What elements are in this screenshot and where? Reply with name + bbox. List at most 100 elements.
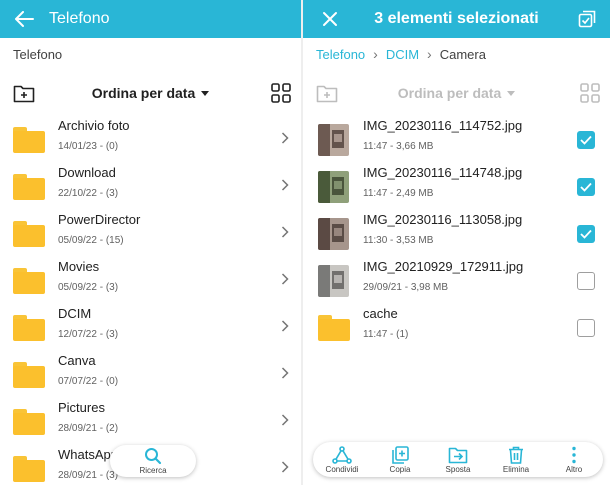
dropdown-arrow-icon xyxy=(201,90,210,96)
breadcrumb-telefono[interactable]: Telefono xyxy=(316,47,365,62)
file-name: IMG_20210929_172911.jpg xyxy=(363,259,524,274)
more-icon xyxy=(564,446,584,464)
folder-row[interactable]: DCIM 12/07/22 - (3) xyxy=(0,304,301,351)
folder-row[interactable]: PowerDirector 05/09/22 - (15) xyxy=(0,210,301,257)
chevron-right-icon xyxy=(281,226,289,238)
breadcrumb-separator-icon: › xyxy=(373,46,378,62)
folder-name: Archivio foto xyxy=(58,118,130,133)
grid-view-icon xyxy=(580,83,600,103)
folder-icon xyxy=(13,173,45,200)
search-icon xyxy=(145,448,162,465)
checkbox-checked[interactable] xyxy=(577,224,595,243)
checkbox-unchecked[interactable] xyxy=(577,318,595,337)
file-name: IMG_20230116_114748.jpg xyxy=(363,165,523,180)
folder-list: Archivio foto 14/01/23 - (0) Download 22/10… xyxy=(0,116,301,485)
folder-meta: 12/07/22 - (3) xyxy=(58,329,119,340)
folder-meta: 28/09/21 - (3) xyxy=(58,470,119,481)
folder-row[interactable]: Pictures 28/09/21 - (2) xyxy=(0,398,301,445)
right-sort-bar: Ordina per data xyxy=(303,70,610,116)
folder-name: Movies xyxy=(58,259,100,274)
file-meta: 11:30 - 3,53 MB xyxy=(363,235,434,246)
sposta-button[interactable]: Sposta xyxy=(431,446,485,474)
copy-icon xyxy=(390,445,410,464)
sort-dropdown[interactable]: Ordina per data xyxy=(91,85,210,101)
left-sort-bar: Ordina per data xyxy=(0,70,301,116)
checkmark-icon xyxy=(580,182,592,192)
folder-icon xyxy=(13,408,45,435)
folder-icon xyxy=(13,361,45,388)
left-app-bar: Telefono xyxy=(0,0,301,38)
image-thumbnail xyxy=(318,123,349,156)
folder-name: Canva xyxy=(58,353,96,368)
file-row[interactable]: IMG_20230116_113058.jpg 11:30 - 3,53 MB xyxy=(303,210,610,257)
chevron-right-icon xyxy=(281,367,289,379)
move-icon xyxy=(448,446,468,464)
selection-title: 3 elementi selezionati xyxy=(374,10,539,27)
folder-name: Download xyxy=(58,165,116,180)
checkbox-checked[interactable] xyxy=(577,177,595,196)
folder-row[interactable]: Archivio foto 14/01/23 - (0) xyxy=(0,116,301,163)
breadcrumb-dcim[interactable]: DCIM xyxy=(386,47,419,62)
file-row[interactable]: IMG_20230116_114752.jpg 11:47 - 3,66 MB xyxy=(303,116,610,163)
chevron-right-icon xyxy=(281,414,289,426)
new-folder-icon[interactable] xyxy=(13,83,35,103)
action-label: Condividi xyxy=(325,464,359,474)
left-title: Telefono xyxy=(49,10,110,27)
image-thumbnail xyxy=(318,170,349,203)
sort-dropdown: Ordina per data xyxy=(398,85,516,101)
checkmark-icon xyxy=(580,135,592,145)
file-name: IMG_20230116_114752.jpg xyxy=(363,118,523,133)
grid-view-icon[interactable] xyxy=(271,83,291,103)
arrow-left-icon[interactable] xyxy=(5,0,43,38)
checkbox-unchecked[interactable] xyxy=(577,271,595,290)
close-icon[interactable] xyxy=(311,0,349,38)
folder-row[interactable]: Download 22/10/22 - (3) xyxy=(0,163,301,210)
select-all-icon[interactable] xyxy=(570,0,604,38)
folder-icon xyxy=(13,126,45,153)
file-meta: 29/09/21 - 3,98 MB xyxy=(363,282,449,293)
folder-meta: 07/07/22 - (0) xyxy=(58,376,119,387)
left-pane: Telefono Telefono Ordina per data Archiv… xyxy=(0,0,301,485)
file-meta: 11:47 - 2,49 MB xyxy=(363,188,434,199)
search-button[interactable]: Ricerca xyxy=(110,445,196,477)
chevron-right-icon xyxy=(281,320,289,332)
search-label: Ricerca xyxy=(139,466,167,475)
folder-icon xyxy=(13,220,45,247)
left-path-label: Telefono xyxy=(13,46,63,62)
folder-row[interactable]: Canva 07/07/22 - (0) xyxy=(0,351,301,398)
condividi-button[interactable]: Condividi xyxy=(315,445,369,474)
folder-row[interactable]: Movies 05/09/22 - (3) xyxy=(0,257,301,304)
share-icon xyxy=(332,445,352,464)
file-row[interactable]: IMG_20210929_172911.jpg 29/09/21 - 3,98 M… xyxy=(303,257,610,304)
chevron-right-icon xyxy=(281,273,289,285)
folder-name: PowerDirector xyxy=(58,212,141,227)
copia-button[interactable]: Copia xyxy=(373,445,427,474)
file-name: cache xyxy=(363,306,398,321)
file-row[interactable]: IMG_20230116_114748.jpg 11:47 - 2,49 MB xyxy=(303,163,610,210)
file-list: IMG_20230116_114752.jpg 11:47 - 3,66 MB IM… xyxy=(303,116,610,351)
checkbox-checked[interactable] xyxy=(577,130,595,149)
right-app-bar: 3 elementi selezionati xyxy=(303,0,610,38)
breadcrumb-camera: Camera xyxy=(439,46,486,62)
sort-label: Ordina per data xyxy=(91,85,196,101)
file-meta: 11:47 - (1) xyxy=(363,329,409,340)
elimina-button[interactable]: Elimina xyxy=(489,446,543,474)
altro-button[interactable]: Altro xyxy=(547,446,601,474)
image-thumbnail xyxy=(318,264,349,297)
chevron-right-icon xyxy=(281,179,289,191)
folder-meta: 05/09/22 - (3) xyxy=(58,282,119,293)
folder-name: Pictures xyxy=(58,400,105,415)
image-thumbnail xyxy=(318,217,349,250)
folder-icon xyxy=(13,267,45,294)
right-pane: 3 elementi selezionati Telefono › DCIM ›… xyxy=(303,0,610,485)
checkmark-icon xyxy=(580,229,592,239)
folder-name: DCIM xyxy=(58,306,92,321)
chevron-right-icon xyxy=(281,461,289,473)
selection-action-bar: Condividi Copia Sposta Elimina Altro xyxy=(313,442,603,477)
delete-icon xyxy=(506,446,526,464)
action-label: Altro xyxy=(565,464,583,474)
dropdown-arrow-icon xyxy=(507,90,516,96)
folder-row[interactable]: cache 11:47 - (1) xyxy=(303,304,610,351)
file-meta: 11:47 - 3,66 MB xyxy=(363,141,434,152)
folder-meta: 28/09/21 - (2) xyxy=(58,423,119,434)
